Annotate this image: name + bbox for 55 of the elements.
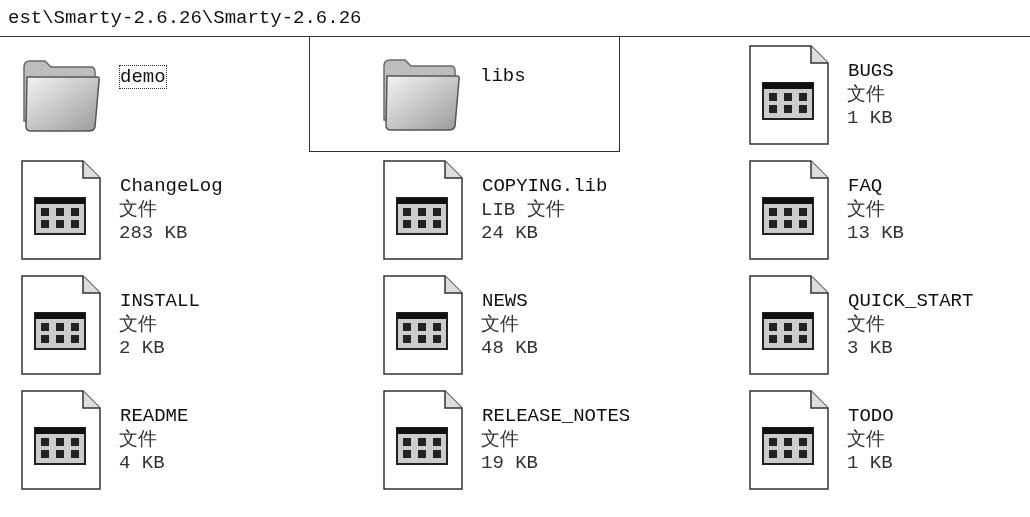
file-name: INSTALL [119,289,201,314]
document-icon [21,274,101,375]
document-icon [749,159,829,260]
document-icon [383,274,463,375]
file-size: 1 KB [847,107,894,130]
file-name: COPYING.lib [481,174,609,199]
file-type: 文件 [119,314,158,337]
document-icon [749,44,829,145]
file-size: 283 KB [119,222,189,245]
file-name: RELEASE_NOTES [481,404,632,429]
file-name: BUGS [847,59,895,84]
file-type: 文件 [847,429,886,452]
file-tile[interactable]: FAQ 文件 13 KB [740,152,1030,267]
file-type: 文件 [481,314,520,337]
file-name: FAQ [847,174,884,199]
file-type: 文件 [119,199,158,222]
file-size: 4 KB [119,452,166,475]
file-tile[interactable]: TODO 文件 1 KB [740,382,1030,497]
file-tile[interactable]: libs [309,37,620,152]
document-icon [21,389,101,490]
file-size: 48 KB [481,337,538,360]
document-icon [749,389,829,490]
file-name: NEWS [481,289,529,314]
file-tile[interactable]: NEWS 文件 48 KB [374,267,740,382]
file-name: QUICK_START [847,289,975,314]
document-icon [749,274,829,375]
file-size: 19 KB [481,452,539,475]
document-icon [21,159,101,260]
file-tile[interactable]: BUGS 文件 1 KB [740,37,1030,152]
file-size: 1 KB [847,452,894,475]
file-type: LIB 文件 [481,199,566,222]
file-size: 3 KB [847,337,894,360]
file-type: 文件 [119,429,158,452]
file-tile[interactable]: INSTALL 文件 2 KB [12,267,374,382]
file-tile[interactable]: ChangeLog 文件 283 KB [12,152,374,267]
file-tile[interactable]: README 文件 4 KB [12,382,374,497]
folder-name: libs [479,64,527,88]
file-name: ChangeLog [119,174,224,199]
file-type: 文件 [847,199,886,222]
folder-name: demo [119,64,167,89]
folder-icon [381,56,461,132]
file-size: 2 KB [119,337,166,360]
file-name: TODO [847,404,895,429]
file-type: 文件 [847,84,886,107]
file-size: 13 KB [847,222,904,245]
file-name: README [119,404,190,429]
address-path: est\Smarty-2.6.26\Smarty-2.6.26 [0,0,1030,37]
file-tile[interactable]: RELEASE_NOTES 文件 19 KB [374,382,740,497]
file-tile[interactable]: COPYING.lib LIB 文件 24 KB [374,152,740,267]
document-icon [383,159,463,260]
file-size: 24 KB [481,222,539,245]
document-icon [383,389,463,490]
file-tile[interactable]: QUICK_START 文件 3 KB [740,267,1030,382]
file-type: 文件 [481,429,520,452]
file-type: 文件 [847,314,886,337]
